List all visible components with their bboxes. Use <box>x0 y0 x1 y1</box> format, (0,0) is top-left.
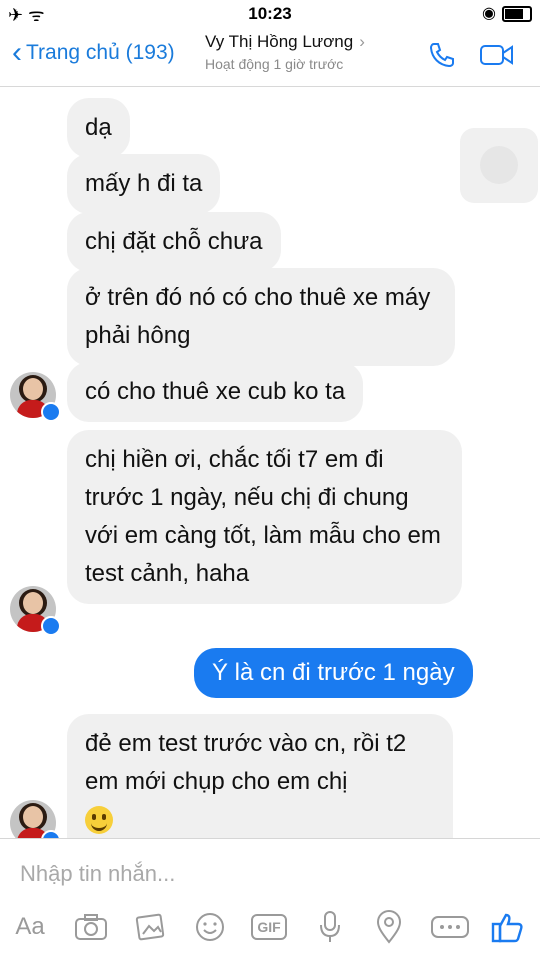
back-button[interactable]: ‹ Trang chủ (193) <box>12 38 175 68</box>
more-icon[interactable] <box>430 909 470 945</box>
like-icon[interactable] <box>490 909 524 945</box>
camera-icon[interactable] <box>74 909 108 945</box>
chevron-left-icon: ‹ <box>12 36 22 69</box>
microphone-icon[interactable] <box>318 909 342 945</box>
phone-icon[interactable] <box>428 41 456 69</box>
message-bubble[interactable]: ở trên đó nó có cho thuê xe máy phải hôn… <box>67 268 455 366</box>
status-bar: ✈ ︎ᯤ 10:23 ◉ <box>0 0 540 26</box>
gif-icon[interactable]: GIF <box>251 909 287 945</box>
location-icon[interactable] <box>376 909 402 945</box>
contact-info[interactable]: Vy Thị Hồng Lương › Hoạt động 1 giờ trước <box>205 32 365 72</box>
my-message-bubble[interactable]: Ý là cn đi trước 1 ngày <box>194 648 473 698</box>
composer: Nhập tin nhắn... Aa GIF <box>0 838 540 961</box>
smile-emoji-icon <box>85 806 113 834</box>
message-bubble[interactable]: dạ <box>67 98 130 158</box>
message-text: đẻ em test trước vào cn, rồi t2 em mới c… <box>85 730 407 795</box>
back-label: Trang chủ (193) <box>26 41 175 64</box>
text-format-icon[interactable]: Aa <box>10 909 50 945</box>
message-input[interactable]: Nhập tin nhắn... <box>20 861 175 887</box>
composer-toolbar: Aa GIF <box>0 909 540 949</box>
message-bubble[interactable]: có cho thuê xe cub ko ta <box>67 362 364 422</box>
contact-activity: Hoạt động 1 giờ trước <box>205 56 344 72</box>
message-bubble[interactable]: chị hiền ơi, chắc tối t7 em đi trước 1 n… <box>67 430 462 604</box>
gallery-icon[interactable] <box>134 909 168 945</box>
message-bubble[interactable]: mấy h đi ta <box>67 154 221 214</box>
contact-name: Vy Thị Hồng Lương <box>205 32 354 51</box>
message-bubble[interactable]: chị đặt chỗ chưa <box>67 212 281 272</box>
battery-icon: ◉ <box>482 3 532 23</box>
messenger-badge-icon <box>41 402 61 422</box>
shared-image-thumbnail[interactable] <box>460 128 538 203</box>
gif-label: GIF <box>251 914 287 940</box>
chat-header: ‹ Trang chủ (193) Vy Thị Hồng Lương › Hoạ… <box>0 26 540 87</box>
emoji-icon[interactable] <box>194 909 226 945</box>
chevron-right-icon: › <box>359 32 365 51</box>
messenger-badge-icon <box>41 616 61 636</box>
status-time: 10:23 <box>248 4 292 23</box>
video-camera-icon[interactable] <box>480 44 514 66</box>
